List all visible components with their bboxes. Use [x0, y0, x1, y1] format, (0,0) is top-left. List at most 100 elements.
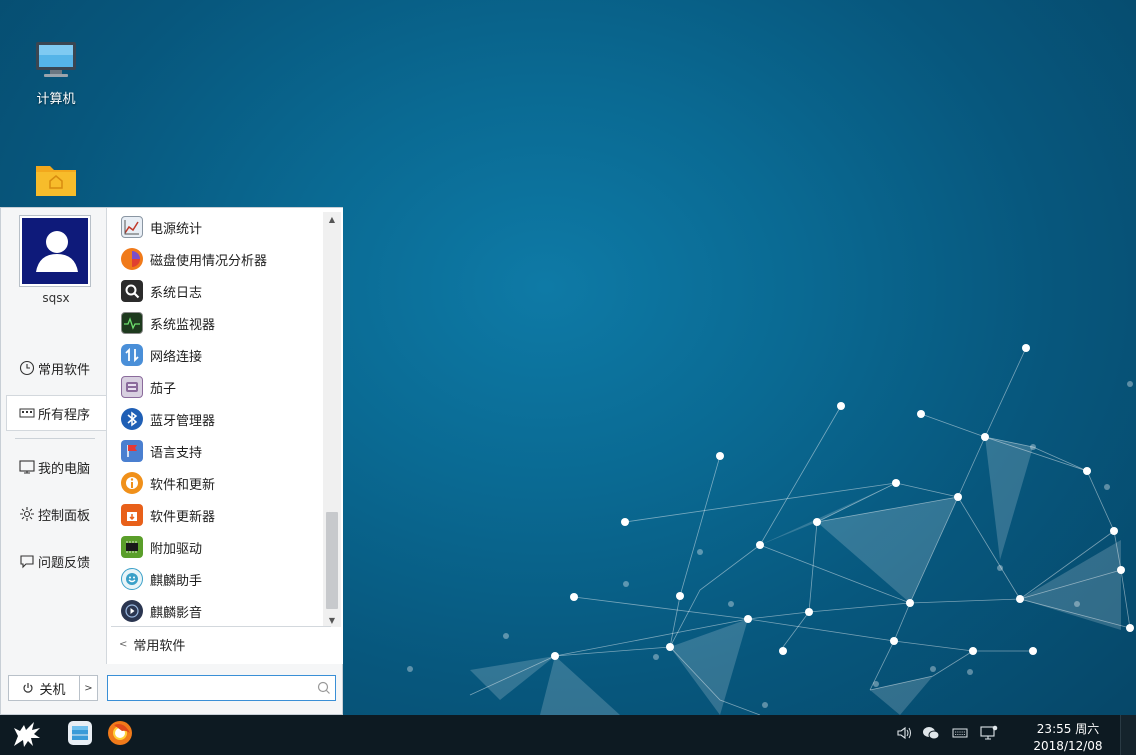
app-label: 软件和更新: [150, 477, 216, 493]
nav-label: 常用软件: [38, 362, 91, 378]
chevron-right-icon: >: [84, 682, 93, 694]
app-label: 附加驱动: [150, 541, 203, 557]
search-icon[interactable]: [317, 681, 331, 699]
desktop-icon-computer[interactable]: 计算机: [16, 40, 96, 107]
nav-frequent-software[interactable]: 常用软件: [7, 350, 107, 386]
desktop-icon-label: 计算机: [36, 92, 76, 107]
keyboard-icon: [952, 727, 968, 743]
avatar[interactable]: [19, 215, 91, 287]
kylin-logo-icon: [10, 716, 46, 754]
system-monitor-icon: [121, 312, 143, 334]
kylin-assistant-icon: [121, 568, 143, 590]
app-label: 磁盘使用情况分析器: [150, 253, 268, 269]
nav-feedback[interactable]: 问题反馈: [7, 543, 107, 579]
search-input[interactable]: [114, 676, 318, 700]
clock-icon: [19, 360, 35, 376]
driver-icon: [121, 536, 143, 558]
user-avatar-icon: [22, 218, 88, 284]
app-list-scrollbar[interactable]: ▲ ▼: [323, 212, 341, 627]
file-manager-taskbar-button[interactable]: [64, 719, 96, 751]
clock-date: 2018/12/08: [1033, 739, 1103, 753]
file-manager-icon: [66, 719, 94, 751]
taskbar: 23:55 周六 2018/12/08: [0, 715, 1136, 755]
software-updater-icon: [121, 504, 143, 526]
back-to-frequent-link[interactable]: < 常用软件: [119, 635, 185, 654]
nav-label: 控制面板: [38, 508, 91, 524]
back-divider: [111, 626, 331, 627]
app-item-software-and-updates[interactable]: 软件和更新: [121, 469, 321, 497]
app-item-kylin-video[interactable]: 麒麟影音: [121, 597, 321, 625]
network-tray-button[interactable]: [980, 725, 998, 745]
start-button[interactable]: [8, 719, 48, 751]
app-item-language-support[interactable]: 语言支持: [121, 437, 321, 465]
clock[interactable]: 23:55 周六 2018/12/08: [1020, 721, 1116, 755]
shutdown-button[interactable]: 关机: [8, 675, 80, 701]
app-item-disk-usage[interactable]: 磁盘使用情况分析器: [121, 245, 321, 273]
power-statistics-icon: [121, 216, 143, 238]
app-item-cheese[interactable]: 茄子: [121, 373, 321, 401]
nav-divider: [15, 438, 95, 439]
shutdown-label: 关机: [39, 682, 66, 698]
app-label: 网络连接: [150, 349, 203, 365]
wechat-tray-button[interactable]: [922, 727, 940, 743]
monitor-icon: [19, 459, 35, 475]
app-label: 麒麟助手: [150, 573, 203, 589]
app-item-additional-drivers[interactable]: 附加驱动: [121, 533, 321, 561]
back-label: 常用软件: [133, 639, 186, 654]
nav-control-panel[interactable]: 控制面板: [7, 496, 107, 532]
gear-icon: [19, 506, 35, 522]
app-label: 软件更新器: [150, 509, 216, 525]
software-update-icon: [121, 472, 143, 494]
desktop-icon-home[interactable]: [16, 158, 96, 206]
language-support-icon: [121, 440, 143, 462]
app-item-system-log[interactable]: 系统日志: [121, 277, 321, 305]
keyboard-tray-button[interactable]: [951, 727, 969, 743]
app-item-bluetooth[interactable]: 蓝牙管理器: [121, 405, 321, 433]
power-icon: [22, 682, 34, 694]
app-item-network[interactable]: 网络连接: [121, 341, 321, 369]
app-label: 系统监视器: [150, 317, 216, 333]
network-status-icon: [980, 725, 998, 745]
nav-all-programs[interactable]: 所有程序: [6, 395, 108, 431]
cheese-icon: [121, 376, 143, 398]
scroll-down-arrow-icon[interactable]: ▼: [323, 613, 341, 627]
scrollbar-thumb[interactable]: [326, 512, 338, 609]
bluetooth-icon: [121, 408, 143, 430]
app-label: 系统日志: [150, 285, 203, 301]
app-item-kylin-assistant[interactable]: 麒麟助手: [121, 565, 321, 593]
network-icon: [121, 344, 143, 366]
volume-icon: [896, 725, 912, 745]
chevron-left-icon: <: [119, 639, 128, 650]
all-programs-list: 电源统计 磁盘使用情况分析器 系统日志 系统监视器 网络连接 茄子 蓝牙管理器 …: [106, 208, 343, 664]
app-label: 茄子: [150, 381, 177, 397]
nav-label: 问题反馈: [38, 555, 91, 571]
username-label: sqsx: [42, 291, 70, 305]
scroll-up-arrow-icon[interactable]: ▲: [323, 212, 341, 226]
volume-tray-button[interactable]: [895, 725, 913, 745]
nav-label: 我的电脑: [38, 461, 91, 477]
nav-label: 所有程序: [38, 407, 91, 423]
firefox-taskbar-button[interactable]: [104, 719, 136, 751]
start-menu: sqsx 常用软件 所有程序 我的电脑 控制面板 问题反馈 电源统计 磁盘使用情…: [0, 207, 343, 715]
disk-usage-icon: [121, 248, 143, 270]
start-menu-sidebar: sqsx 常用软件 所有程序 我的电脑 控制面板 问题反馈: [1, 208, 108, 668]
app-item-software-updater[interactable]: 软件更新器: [121, 501, 321, 529]
power-options-button[interactable]: >: [80, 675, 98, 701]
start-menu-bottom-bar: 关机 >: [1, 670, 342, 714]
app-label: 电源统计: [150, 221, 203, 237]
app-item-system-monitor[interactable]: 系统监视器: [121, 309, 321, 337]
kylin-video-icon: [121, 600, 143, 622]
firefox-icon: [106, 719, 134, 751]
clock-time: 23:55 周六: [1036, 722, 1100, 736]
search-field[interactable]: [107, 675, 336, 701]
show-desktop-button[interactable]: [1120, 715, 1136, 755]
app-label: 麒麟影音: [150, 605, 203, 621]
nav-my-computer[interactable]: 我的电脑: [7, 449, 107, 485]
app-label: 蓝牙管理器: [150, 413, 216, 429]
feedback-icon: [19, 553, 35, 569]
system-log-icon: [121, 280, 143, 302]
app-label: 语言支持: [150, 445, 203, 461]
app-item-power-statistics[interactable]: 电源统计: [121, 213, 321, 241]
computer-icon: [16, 40, 96, 84]
all-programs-icon: [19, 405, 35, 421]
